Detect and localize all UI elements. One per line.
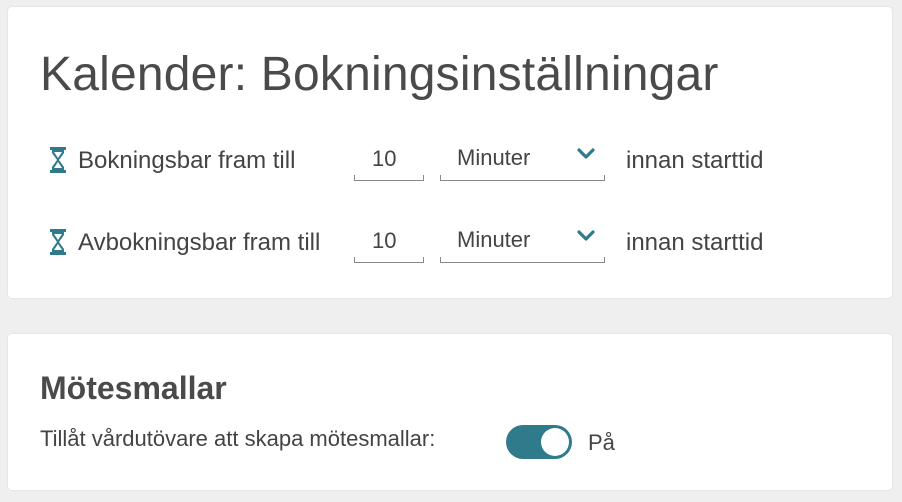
hourglass-icon — [50, 229, 66, 255]
section-title: Mötesmallar — [40, 370, 227, 406]
unit-select-value: Minuter — [457, 227, 531, 252]
toggle-state-label: På — [588, 430, 615, 455]
select-tick — [604, 175, 605, 181]
hourglass-icon — [50, 147, 66, 173]
select-tick — [440, 175, 441, 181]
input-tick — [354, 175, 355, 181]
allow-templates-toggle[interactable] — [506, 425, 572, 459]
page-title: Kalender: Bokningsinställningar — [40, 48, 719, 101]
cancel-window-row: Avbokningsbar fram till Minuter innan st… — [8, 219, 892, 269]
select-tick — [604, 257, 605, 263]
booking-window-value-input[interactable] — [354, 137, 424, 181]
booking-window-suffix: innan starttid — [626, 147, 764, 174]
cancel-window-label: Avbokningsbar fram till — [78, 229, 321, 256]
booking-settings-card: Kalender: Bokningsinställningar Boknings… — [8, 7, 892, 298]
cancel-window-suffix: innan starttid — [626, 229, 764, 256]
cancel-window-unit-select[interactable]: Minuter — [440, 219, 605, 263]
booking-window-label: Bokningsbar fram till — [78, 147, 296, 174]
input-tick — [423, 257, 424, 263]
booking-window-unit-select[interactable]: Minuter — [440, 137, 605, 181]
unit-select-value: Minuter — [457, 145, 531, 170]
cancel-window-value-input[interactable] — [354, 219, 424, 263]
toggle-label: Tillåt vårdutövare att skapa mötesmallar… — [40, 426, 436, 451]
input-tick — [354, 257, 355, 263]
booking-window-row: Bokningsbar fram till Minuter innan star… — [8, 137, 892, 187]
meeting-templates-card: Mötesmallar Tillåt vårdutövare att skapa… — [8, 334, 892, 490]
select-tick — [440, 257, 441, 263]
input-tick — [423, 175, 424, 181]
chevron-down-icon — [577, 230, 595, 241]
chevron-down-icon — [577, 148, 595, 159]
toggle-knob — [541, 428, 569, 456]
